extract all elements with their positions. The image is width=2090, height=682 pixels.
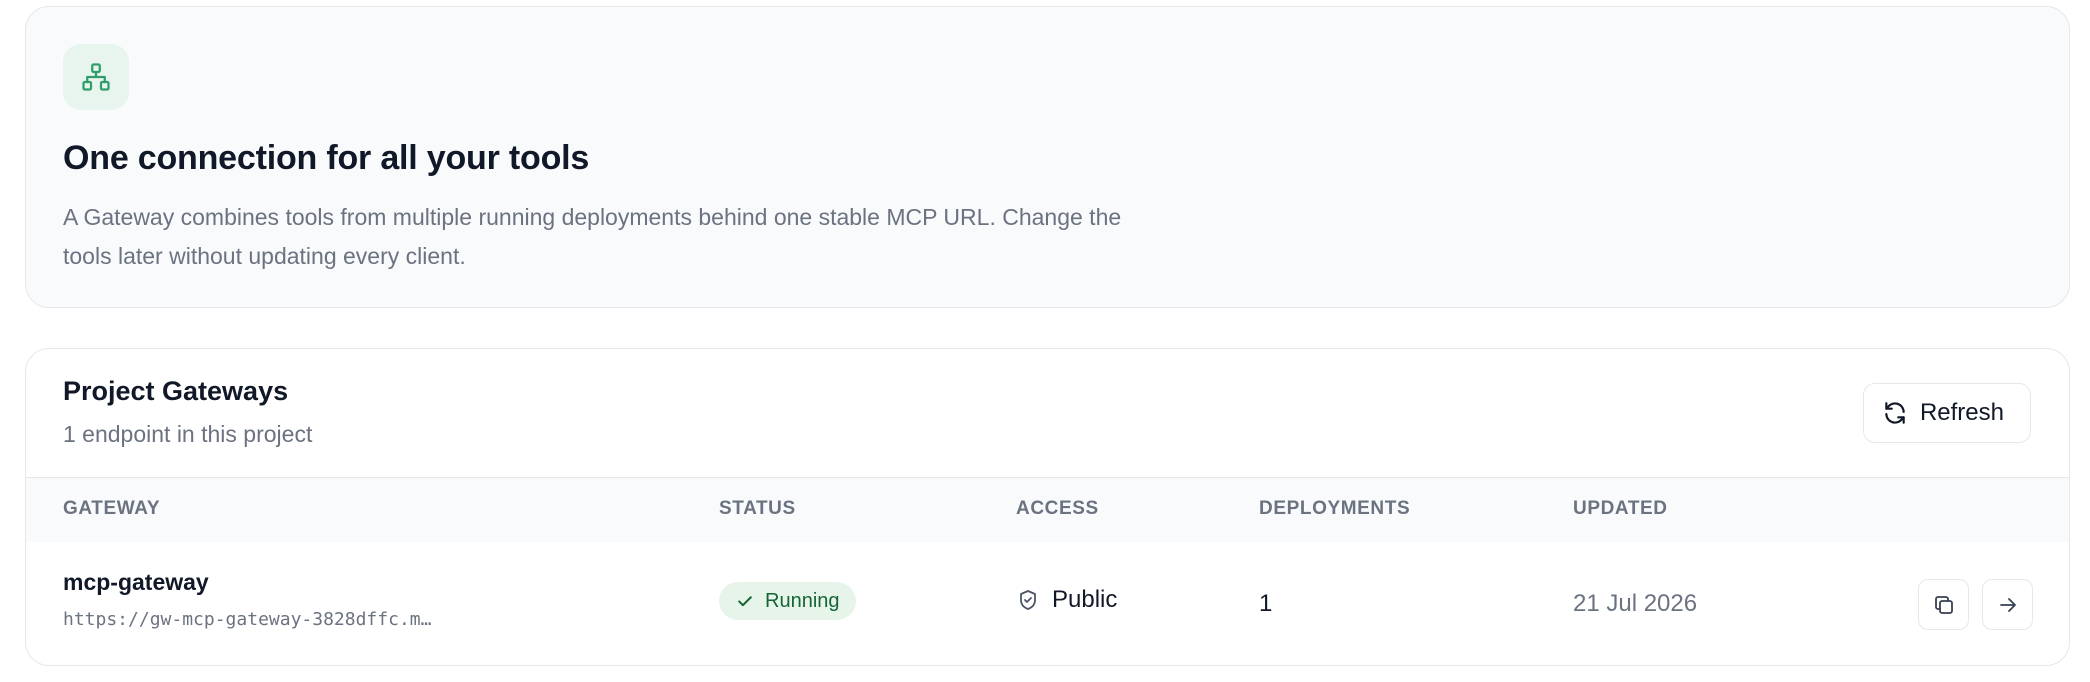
column-header-gateway: GATEWAY (63, 498, 161, 519)
refresh-label: Refresh (1919, 399, 2004, 426)
section-title: Project Gateways (63, 376, 289, 406)
refresh-button[interactable]: Refresh (1862, 383, 2031, 443)
access-cell: Public (1016, 586, 1117, 614)
column-header-deployments: DEPLOYMENTS (1259, 498, 1411, 519)
updated-date: 21 Jul 2026 (1573, 590, 1698, 617)
check-icon (738, 596, 752, 607)
gateway-url: https://gw-mcp-gateway-3828dffc.m… (63, 609, 432, 630)
network-icon (82, 63, 110, 91)
status-badge: Running (719, 582, 856, 620)
column-header-access: ACCESS (1016, 498, 1099, 519)
open-gateway-button[interactable] (1982, 579, 2033, 630)
column-header-status: STATUS (719, 498, 796, 519)
gateway-name[interactable]: mcp-gateway (63, 569, 209, 596)
intro-description: A Gateway combines tools from multiple r… (63, 204, 1122, 269)
shield-check-icon (1020, 590, 1036, 610)
intro-title: One connection for all your tools (63, 139, 590, 177)
refresh-icon (1885, 402, 1905, 424)
intro-icon-container (63, 44, 129, 110)
section-subtitle: 1 endpoint in this project (63, 421, 313, 447)
table-row[interactable]: mcp-gateway https://gw-mcp-gateway-3828d… (26, 542, 2069, 665)
intro-card: One connection for all your tools A Gate… (25, 6, 2070, 308)
status-text: Running (765, 589, 840, 612)
project-gateways-card: Project Gateways 1 endpoint in this proj… (25, 348, 2070, 666)
column-header-updated: UPDATED (1573, 498, 1668, 519)
deployments-count: 1 (1259, 590, 1273, 617)
copy-url-button[interactable] (1918, 579, 1969, 630)
arrow-right-icon (1999, 597, 2016, 612)
table-header: GATEWAY STATUS ACCESS DEPLOYMENTS UPDATE… (26, 477, 2069, 542)
copy-icon (1934, 595, 1953, 614)
access-text: Public (1052, 586, 1118, 613)
